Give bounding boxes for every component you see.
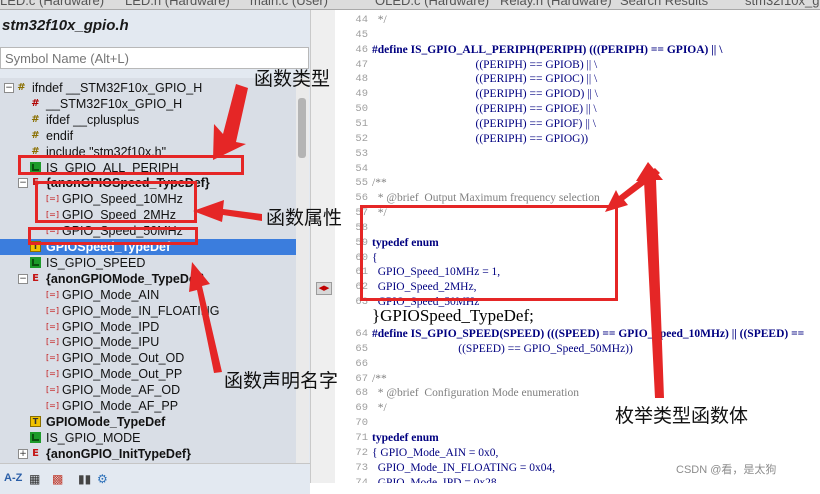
- watermark-text: CSDN @看，是太狗: [676, 464, 777, 476]
- arrow-to-enum-members: [193, 200, 262, 222]
- arrow-to-enum-body: [636, 162, 664, 398]
- annotation-enum-body: 枚举类型函数体: [615, 405, 749, 427]
- arrow-to-enum-type: [213, 84, 248, 160]
- annotation-func-attr: 函数属性: [266, 207, 343, 229]
- annotation-func-decl: 函数声明名字: [224, 370, 339, 392]
- annotation-func-type: 函数类型: [254, 68, 331, 90]
- arrow-to-typedef: [189, 262, 222, 373]
